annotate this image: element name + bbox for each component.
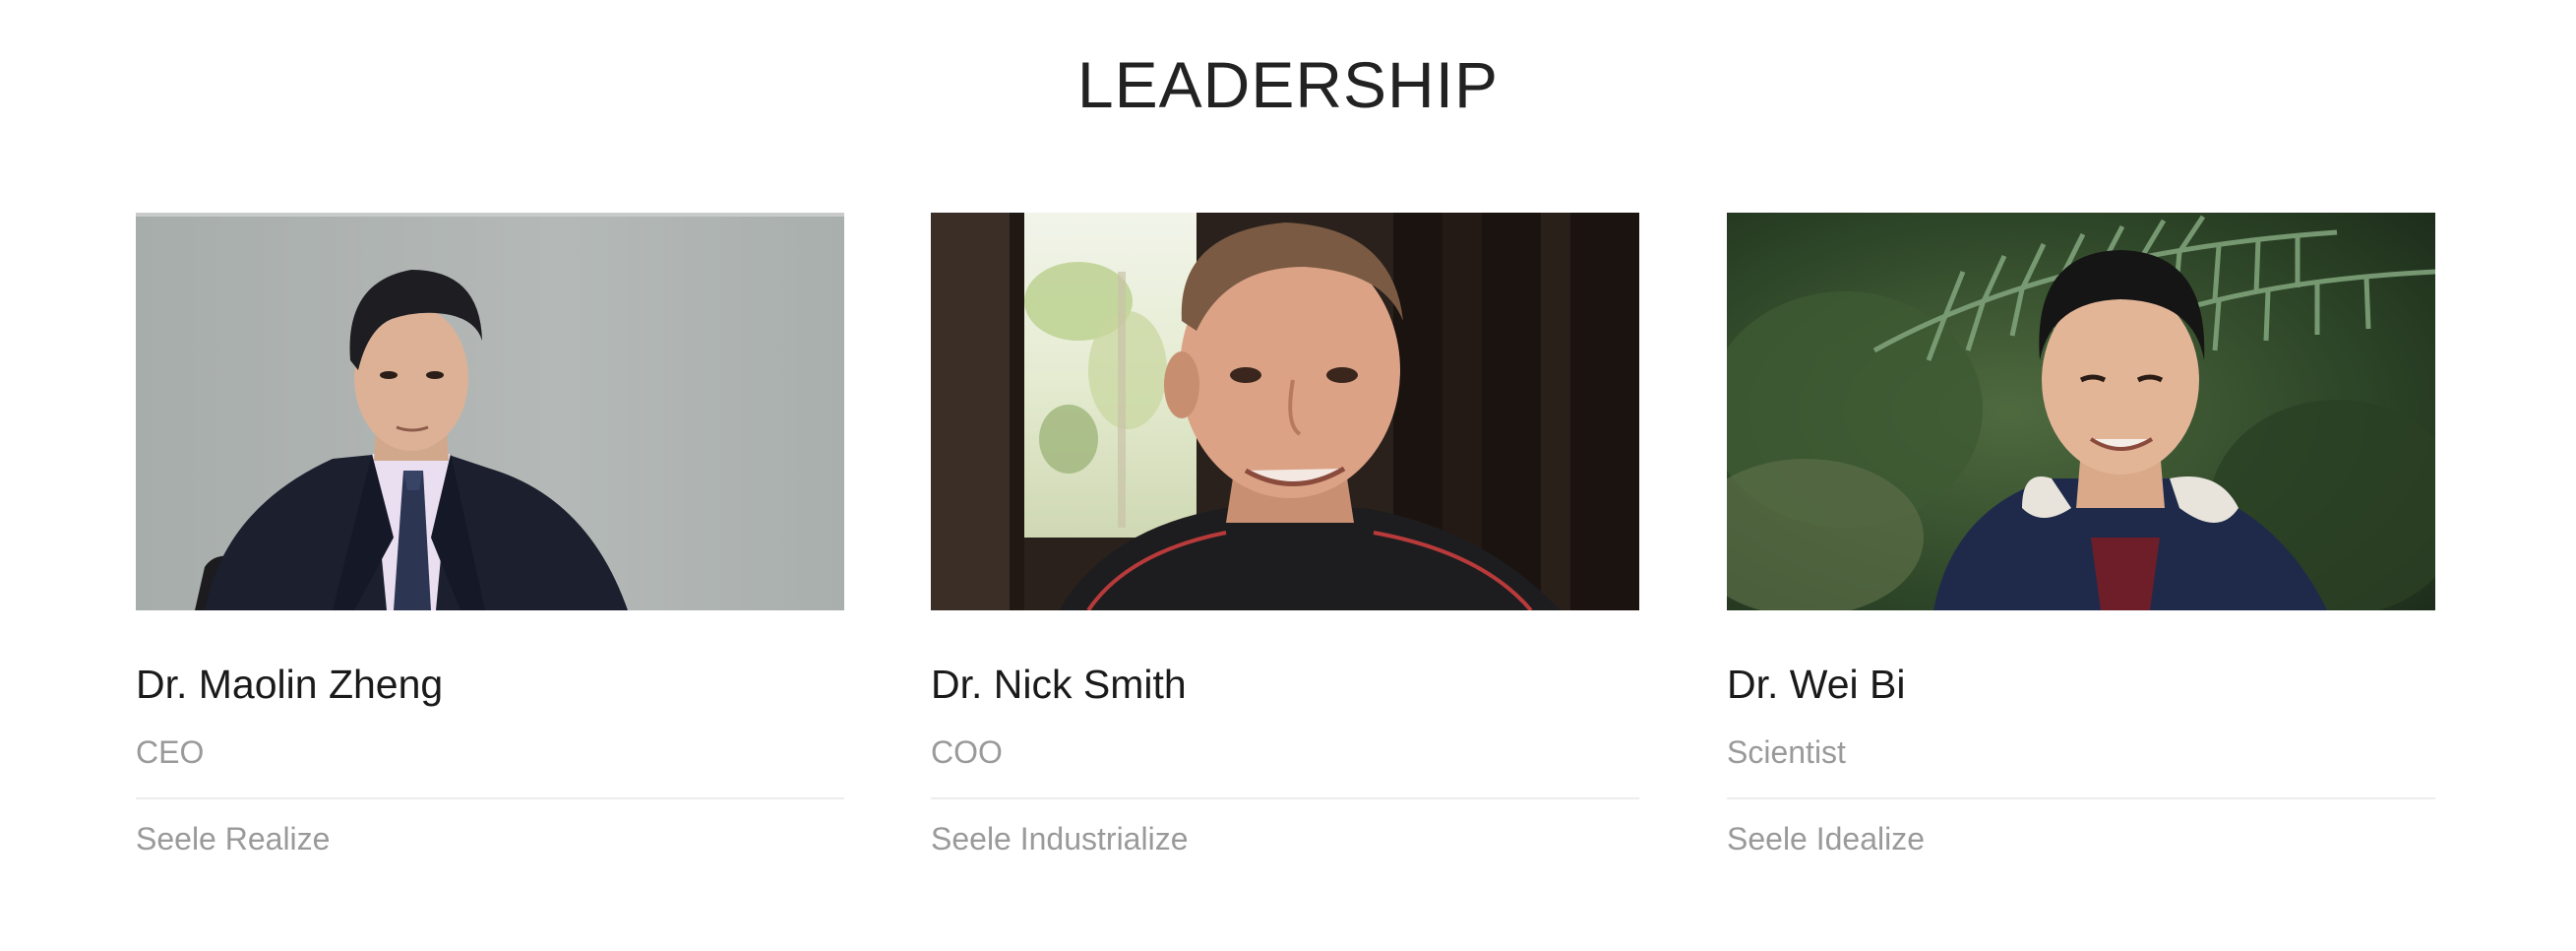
leader-photo [931,213,1639,610]
leader-name[interactable]: Dr. Nick Smith [931,662,1187,708]
portrait-man-in-suit-image [136,213,844,610]
leader-name[interactable]: Dr. Maolin Zheng [136,662,443,708]
leader-role: CEO [136,734,205,770]
leader-name[interactable]: Dr. Wei Bi [1727,662,1906,708]
portrait-man-under-pine-tree-image [1727,213,2435,610]
leader-company: Seele Idealize [1727,821,1926,856]
portrait-man-by-window-image [931,213,1639,610]
divider [931,797,1639,799]
leader-photo [136,213,844,610]
section-title: LEADERSHIP [1076,48,1500,121]
leader-photo [1727,213,2435,610]
leader-card-nick-smith[interactable]: Dr. Nick Smith COO Seele Industrialize [931,213,1639,856]
divider [1727,797,2435,799]
leader-card-maolin-zheng[interactable]: Dr. Maolin Zheng CEO Seele Realize [136,213,844,856]
divider [136,797,844,799]
leader-role: COO [931,734,1003,770]
leader-card-wei-bi[interactable]: Dr. Wei Bi Scientist Seele Idealize [1727,213,2435,856]
leader-company: Seele Industrialize [931,821,1189,856]
leader-company: Seele Realize [136,821,331,856]
leader-role: Scientist [1727,734,1846,770]
